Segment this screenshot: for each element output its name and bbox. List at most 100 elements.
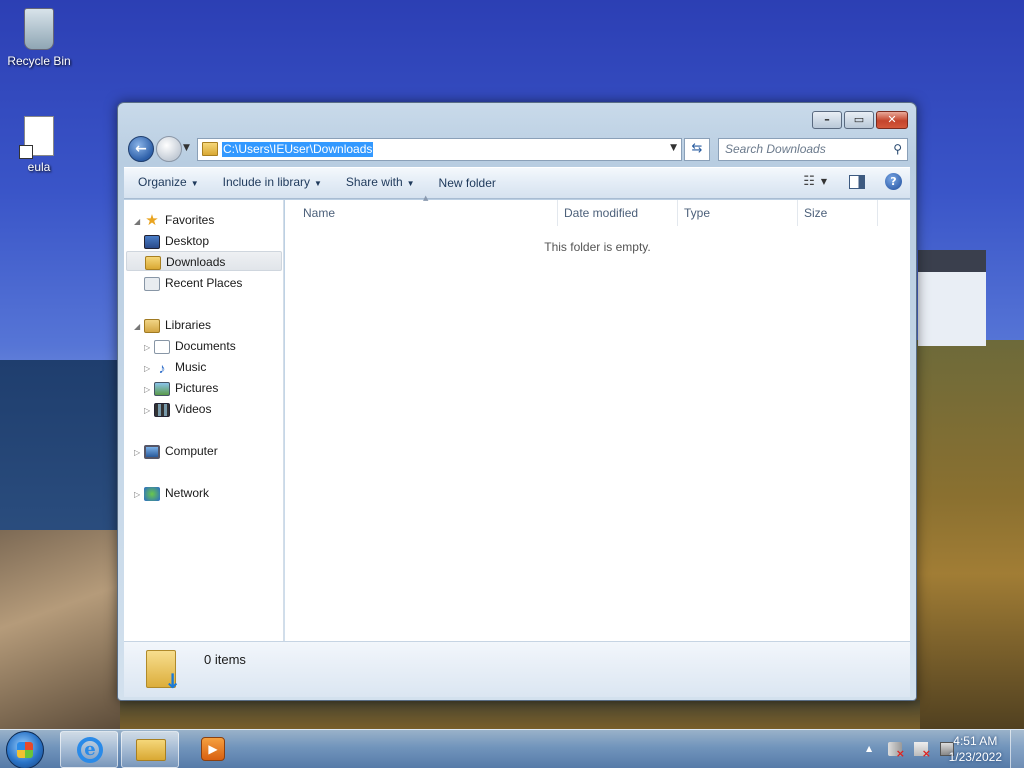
taskbar-internet-explorer[interactable]: e — [60, 731, 118, 768]
item-count: 0 items — [204, 652, 246, 667]
expand-icon[interactable]: ▷ — [144, 338, 154, 358]
network-icon — [144, 486, 160, 501]
preview-pane-icon[interactable] — [849, 174, 865, 189]
maximize-icon: ▭ — [853, 113, 865, 126]
desktop-icon — [144, 234, 160, 249]
download-arrow-icon: ↓ — [164, 669, 181, 693]
include-in-library-button[interactable]: Include in library ▼ — [213, 170, 332, 196]
share-with-button[interactable]: Share with ▼ — [336, 170, 425, 196]
nav-item-documents[interactable]: ▷ Documents — [144, 336, 236, 356]
computer-icon — [144, 444, 160, 459]
expand-icon[interactable]: ▷ — [134, 485, 144, 505]
desktop-icon-label: Recycle Bin — [7, 54, 71, 68]
clock-time: 4:51 AM — [953, 734, 998, 748]
nav-label: Desktop — [165, 234, 210, 248]
chevron-down-icon[interactable]: ▼ — [670, 143, 677, 153]
desktop-icon-eula[interactable]: eula — [1, 116, 77, 174]
desktop-icon-label: eula — [27, 160, 51, 174]
column-header-date-modified[interactable]: Date modified — [558, 200, 678, 226]
file-list[interactable]: ▲ Name Date modified Type Size This fold… — [285, 194, 910, 641]
nav-label: Videos — [175, 402, 212, 416]
nav-item-music[interactable]: ▷ ♪ Music — [144, 357, 206, 377]
chevron-down-icon: ▼ — [190, 179, 199, 188]
expand-icon[interactable]: ◢ — [134, 317, 144, 337]
maximize-button[interactable]: ▭ — [844, 111, 874, 129]
new-folder-label: New folder — [438, 176, 496, 190]
recent-places-icon — [144, 276, 160, 291]
help-icon[interactable]: ? — [885, 173, 902, 190]
nav-label: Documents — [175, 339, 236, 353]
forward-button[interactable] — [156, 136, 182, 162]
refresh-button[interactable]: ⇆ — [684, 138, 710, 161]
column-header-row: ▲ Name Date modified Type Size — [285, 194, 885, 226]
navigation-pane: ◢ ★ Favorites Desktop Downloads Recent Pla… — [124, 200, 284, 641]
nav-item-favorites[interactable]: ◢ ★ Favorites — [134, 210, 214, 230]
column-header-name[interactable]: Name — [297, 200, 558, 226]
close-button[interactable]: ✕ — [876, 111, 908, 129]
new-folder-button[interactable]: New folder — [429, 171, 506, 195]
document-shortcut-icon — [19, 116, 54, 159]
back-button[interactable]: ← — [128, 136, 154, 162]
music-note-icon: ♪ — [158, 359, 166, 376]
chevron-down-icon: ▼ — [406, 179, 415, 188]
nav-item-computer[interactable]: ▷ Computer — [134, 441, 218, 461]
change-view-icon[interactable]: ☷ — [803, 174, 815, 189]
internet-explorer-icon: e — [77, 737, 103, 763]
chevron-down-icon[interactable]: ▼ — [821, 177, 827, 186]
star-icon: ★ — [145, 211, 159, 229]
column-header-size[interactable]: Size — [798, 200, 878, 226]
back-arrow-icon: ← — [135, 141, 147, 157]
column-header-type[interactable]: Type — [678, 200, 798, 226]
nav-item-pictures[interactable]: ▷ Pictures — [144, 378, 218, 398]
search-input[interactable] — [725, 139, 885, 159]
search-icon[interactable]: ⚲ — [893, 142, 902, 156]
desktop-icon-recycle-bin[interactable]: Recycle Bin — [1, 8, 77, 68]
nav-label: Libraries — [165, 318, 212, 332]
include-in-library-label: Include in library — [222, 175, 310, 189]
expand-icon[interactable]: ◢ — [134, 212, 144, 232]
expand-icon[interactable]: ▷ — [134, 443, 144, 463]
nav-item-downloads[interactable]: Downloads — [126, 251, 282, 271]
show-hidden-icons-icon[interactable]: ▲ — [866, 744, 872, 753]
nav-item-libraries[interactable]: ◢ Libraries — [134, 315, 211, 335]
windows-explorer-icon — [136, 739, 166, 761]
navigation-bar: ← ▼ C:\Users\IEUser\Downloads ▼ ⇆ ⚲ — [126, 135, 908, 163]
nav-item-recent-places[interactable]: Recent Places — [144, 273, 242, 293]
action-center-icon[interactable] — [914, 742, 931, 760]
minimize-button[interactable]: – — [812, 111, 842, 129]
nav-label: Network — [165, 486, 210, 500]
windows-media-player-icon[interactable]: ▶ — [201, 737, 225, 761]
refresh-icon: ⇆ — [691, 141, 703, 156]
nav-item-videos[interactable]: ▷ Videos — [144, 399, 211, 419]
organize-label: Organize — [138, 175, 187, 189]
chevron-down-icon: ▼ — [314, 179, 322, 188]
empty-folder-message: This folder is empty. — [544, 240, 651, 254]
windows-logo-icon — [17, 742, 33, 758]
wallpaper-field — [915, 340, 1024, 730]
organize-button[interactable]: Organize ▼ — [128, 170, 209, 196]
clock[interactable]: 4:51 AM 1/23/2022 — [949, 733, 1002, 765]
view-controls: ☷ ▼ ? — [803, 173, 902, 190]
taskbar-windows-explorer[interactable] — [121, 731, 179, 768]
caption-buttons: – ▭ ✕ — [810, 111, 908, 129]
show-desktop-button[interactable] — [1010, 730, 1024, 768]
address-path[interactable]: C:\Users\IEUser\Downloads — [222, 142, 374, 157]
share-with-label: Share with — [345, 175, 403, 189]
libraries-icon — [144, 318, 160, 333]
nav-item-desktop[interactable]: Desktop — [144, 231, 209, 251]
expand-icon[interactable]: ▷ — [144, 380, 154, 400]
expand-icon[interactable]: ▷ — [144, 401, 154, 421]
nav-item-network[interactable]: ▷ Network — [134, 483, 209, 503]
speaker-muted-icon[interactable] — [888, 742, 905, 760]
nav-label: Computer — [165, 444, 218, 458]
nav-label: Recent Places — [165, 276, 243, 290]
start-button[interactable] — [6, 731, 44, 768]
nav-label: Favorites — [165, 213, 215, 227]
recycle-bin-icon — [24, 8, 54, 50]
close-icon: ✕ — [887, 113, 897, 126]
address-bar[interactable]: C:\Users\IEUser\Downloads ▼ — [197, 138, 682, 161]
expand-icon[interactable]: ▷ — [144, 359, 154, 379]
nav-label: Pictures — [175, 381, 219, 395]
search-box[interactable]: ⚲ — [718, 138, 908, 161]
recent-pages-dropdown[interactable]: ▼ — [183, 143, 190, 153]
